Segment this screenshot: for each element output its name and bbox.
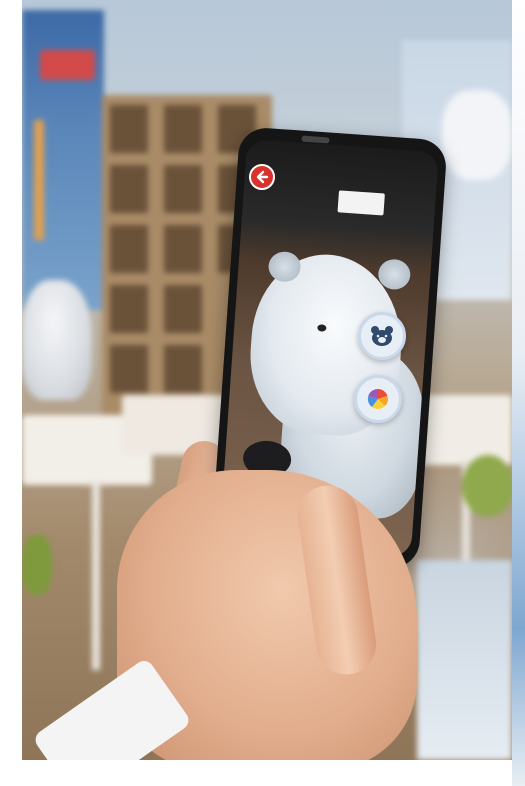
bear-face-icon xyxy=(371,326,393,346)
ceiling-light xyxy=(337,190,385,216)
photo-scene xyxy=(22,0,512,760)
color-palette-icon xyxy=(367,388,388,409)
stool xyxy=(22,535,52,595)
floor xyxy=(417,560,512,760)
stool xyxy=(462,455,512,517)
color-palette-button[interactable] xyxy=(354,375,402,423)
wall-banner xyxy=(22,10,104,310)
plush-toy xyxy=(22,280,92,400)
back-button[interactable] xyxy=(249,164,275,190)
edge-strip xyxy=(512,0,525,786)
arrow-left-icon xyxy=(256,170,269,184)
bear-model-button[interactable] xyxy=(358,312,406,360)
